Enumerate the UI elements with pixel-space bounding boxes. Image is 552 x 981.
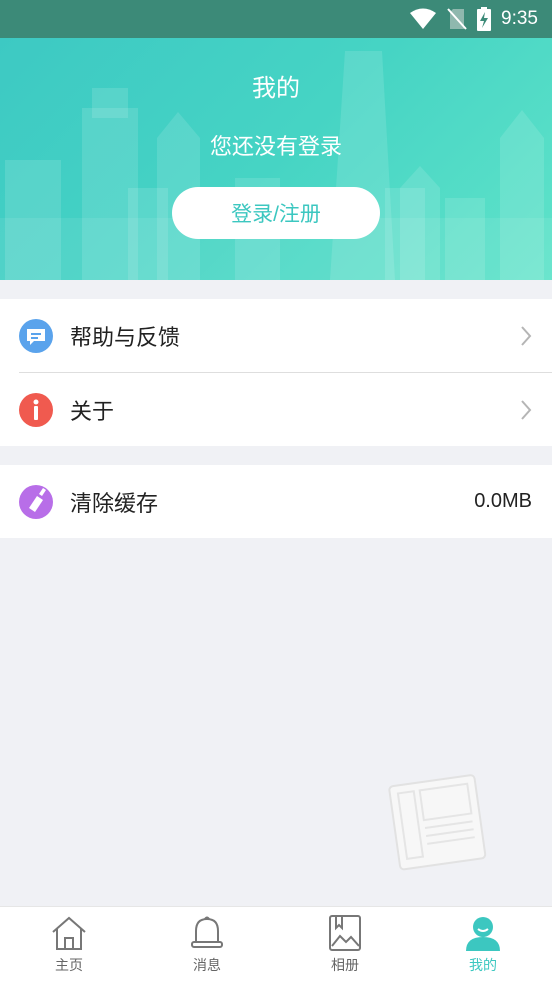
help-feedback-label: 帮助与反馈 <box>70 325 181 351</box>
page-title: 我的 <box>252 74 300 102</box>
user-icon <box>466 917 500 951</box>
tab-label: 相册 <box>331 958 359 974</box>
newspaper-watermark-icon <box>388 774 487 871</box>
menu-section-cache: 清除缓存 0.0MB <box>0 465 552 538</box>
tab-messages[interactable]: 消息 <box>138 907 276 981</box>
menu-section-main: 帮助与反馈 关于 <box>0 299 552 446</box>
about-row[interactable]: 关于 <box>0 373 552 446</box>
bottom-tab-bar: 主页 消息 相册 我的 <box>0 906 552 981</box>
chevron-right-icon <box>521 399 532 420</box>
profile-header: 我的 您还没有登录 登录/注册 <box>0 38 552 280</box>
about-label: 关于 <box>70 399 115 425</box>
login-status-text: 您还没有登录 <box>209 135 342 160</box>
broom-icon <box>19 484 53 519</box>
tab-home[interactable]: 主页 <box>0 907 138 981</box>
help-feedback-row[interactable]: 帮助与反馈 <box>0 299 552 372</box>
login-register-button[interactable]: 登录/注册 <box>172 187 380 239</box>
chevron-right-icon <box>521 325 532 346</box>
album-icon <box>329 915 361 951</box>
info-icon <box>19 392 53 427</box>
tab-label: 消息 <box>193 958 221 974</box>
bell-icon <box>191 916 223 948</box>
tab-album[interactable]: 相册 <box>276 907 414 981</box>
status-bar: 9:35 <box>0 0 552 38</box>
chat-bubble-icon <box>19 318 53 353</box>
tab-label: 我的 <box>469 958 497 974</box>
status-time: 9:35 <box>501 8 538 29</box>
tab-mine[interactable]: 我的 <box>414 907 552 981</box>
tab-label: 主页 <box>55 958 83 974</box>
home-icon <box>52 916 86 950</box>
battery-charging-icon <box>477 7 492 31</box>
clear-cache-label: 清除缓存 <box>70 491 159 517</box>
clear-cache-row[interactable]: 清除缓存 0.0MB <box>0 465 552 538</box>
cache-size-value: 0.0MB <box>474 490 532 512</box>
no-sim-icon <box>447 8 467 30</box>
wifi-icon <box>410 8 437 29</box>
